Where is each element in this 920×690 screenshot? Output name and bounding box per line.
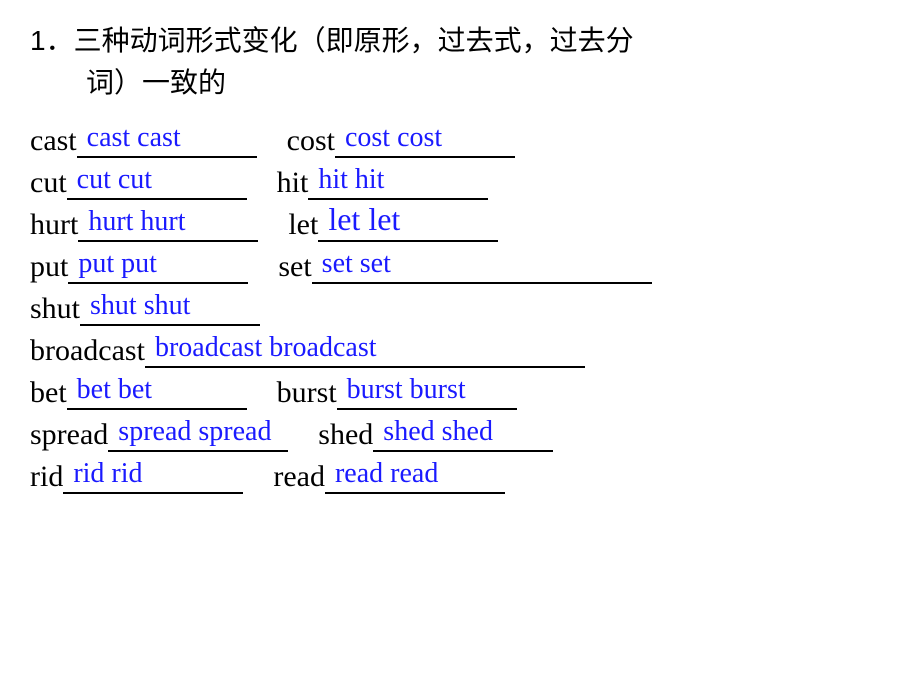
base-word: shed [318, 418, 373, 452]
list-item: cost cost cost [287, 122, 545, 158]
verb-grid: cast cast cast cost cost cost cut cut cu… [30, 122, 890, 494]
base-word: cast [30, 124, 77, 158]
answer-blank: shed shed [373, 416, 553, 452]
base-word: bet [30, 376, 67, 410]
answer-text: rid rid [73, 458, 142, 490]
answer-text: broadcast broadcast [155, 332, 377, 364]
list-item: shed shed shed [318, 416, 583, 452]
answer-blank: spread spread [108, 416, 288, 452]
base-word: set [278, 250, 311, 284]
answer-text: set set [322, 248, 391, 280]
base-word: shut [30, 292, 80, 326]
answer-text: shed shed [383, 416, 493, 448]
table-row: broadcast broadcast broadcast [30, 332, 890, 368]
list-item: bet bet bet [30, 374, 277, 410]
list-item: rid rid rid [30, 458, 273, 494]
list-item: shut shut shut [30, 290, 290, 326]
answer-blank: broadcast broadcast [145, 332, 585, 368]
answer-blank: rid rid [63, 458, 243, 494]
answer-text: burst burst [347, 374, 466, 406]
table-row: cast cast cast cost cost cost [30, 122, 890, 158]
list-item: put put put [30, 248, 278, 284]
base-word: put [30, 250, 68, 284]
page-title: 1．三种动词形式变化（即原形，过去式，过去分 词）一致的 [30, 20, 890, 104]
answer-text: bet bet [77, 374, 152, 406]
base-word: let [288, 208, 318, 242]
answer-blank: shut shut [80, 290, 260, 326]
base-word: spread [30, 418, 108, 452]
answer-text: spread spread [118, 416, 271, 448]
list-item: spread spread spread [30, 416, 318, 452]
base-word: broadcast [30, 334, 145, 368]
table-row: shut shut shut [30, 290, 890, 326]
answer-blank: bet bet [67, 374, 247, 410]
title-line2: 词）一致的 [86, 62, 890, 104]
table-row: spread spread spread shed shed shed [30, 416, 890, 452]
table-row: put put put set set set [30, 248, 890, 284]
base-word: hurt [30, 208, 78, 242]
table-row: rid rid rid read read read [30, 458, 890, 494]
answer-text: hurt hurt [88, 206, 185, 238]
page-container: 1．三种动词形式变化（即原形，过去式，过去分 词）一致的 cast cast c… [30, 20, 890, 494]
base-word: read [273, 460, 325, 494]
answer-blank: burst burst [337, 374, 517, 410]
base-word: cost [287, 124, 335, 158]
title-line1: 1．三种动词形式变化（即原形，过去式，过去分 [30, 20, 890, 62]
answer-blank: let let [318, 206, 498, 242]
list-item: read read read [273, 458, 535, 494]
table-row: hurt hurt hurt let let let [30, 206, 890, 242]
list-item: let let let [288, 206, 528, 242]
answer-blank: hurt hurt [78, 206, 258, 242]
base-word: hit [277, 166, 309, 200]
list-item: cast cast cast [30, 122, 287, 158]
base-word: cut [30, 166, 67, 200]
list-item: hit hit hit [277, 164, 519, 200]
answer-blank: cost cost [335, 122, 515, 158]
list-item: set set set [278, 248, 681, 284]
answer-text: shut shut [90, 290, 190, 322]
table-row: cut cut cut hit hit hit [30, 164, 890, 200]
list-item: burst burst burst [277, 374, 547, 410]
answer-blank: hit hit [308, 164, 488, 200]
answer-text: cast cast [87, 122, 181, 154]
answer-text: let let [328, 201, 400, 238]
base-word: rid [30, 460, 63, 494]
table-row: bet bet bet burst burst burst [30, 374, 890, 410]
answer-text: read read [335, 458, 438, 490]
answer-blank: put put [68, 248, 248, 284]
list-item: hurt hurt hurt [30, 206, 288, 242]
answer-blank: cut cut [67, 164, 247, 200]
list-item: cut cut cut [30, 164, 277, 200]
answer-text: cost cost [345, 122, 442, 154]
answer-blank: cast cast [77, 122, 257, 158]
answer-text: cut cut [77, 164, 152, 196]
base-word: burst [277, 376, 337, 410]
list-item: broadcast broadcast broadcast [30, 332, 615, 368]
answer-blank: read read [325, 458, 505, 494]
answer-text: hit hit [318, 164, 384, 196]
answer-text: put put [78, 248, 157, 280]
answer-blank: set set [312, 248, 652, 284]
